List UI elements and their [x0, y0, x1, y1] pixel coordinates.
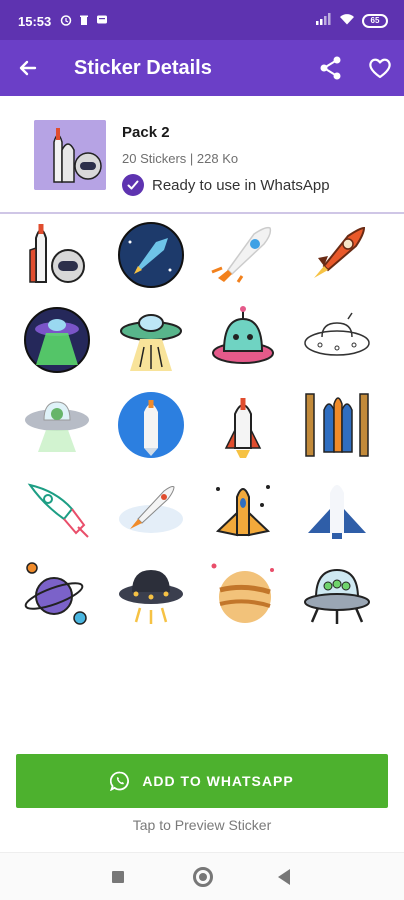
space-shuttle-sticker[interactable] [302, 475, 372, 545]
battery-icon: 65 [362, 14, 388, 28]
planet-ring-sticker[interactable] [22, 560, 92, 630]
whatsapp-icon [110, 771, 130, 792]
wifi-icon [339, 12, 355, 30]
alarm-icon [60, 13, 72, 26]
orange-spaceship-sticker[interactable] [208, 475, 278, 545]
flying-saucer-sticker[interactable] [116, 560, 186, 630]
page-title: Sticker Details [74, 57, 212, 79]
ufo-outline-sticker[interactable] [302, 305, 372, 375]
space-shuttle-astronaut-sticker[interactable] [22, 220, 92, 290]
status-bar: 15:53 65 [0, 0, 404, 40]
app-bar: Sticker Details [0, 40, 404, 96]
pack-header: Pack 2 20 Stickers | 228 Ko Ready to use… [0, 96, 404, 214]
launch-tower-sticker[interactable] [302, 390, 372, 460]
trash-icon [78, 13, 90, 25]
rocket-circle-sticker[interactable] [116, 220, 186, 290]
share-button[interactable] [318, 54, 344, 82]
message-icon [96, 13, 108, 25]
shuttle-launch-sticker[interactable] [208, 390, 278, 460]
status-notification-icons [60, 13, 108, 26]
rocket-clouds-sticker[interactable] [116, 475, 186, 545]
ufo-beam-sticker[interactable] [116, 305, 186, 375]
arrow-left-icon [19, 60, 37, 76]
pack-name: Pack 2 [122, 124, 170, 141]
signal-icon [316, 12, 332, 30]
orange-rocket-sticker[interactable] [302, 220, 372, 290]
add-button-label: ADD TO WHATSAPP [142, 773, 294, 789]
heart-outline-icon [369, 58, 391, 79]
back-triangle-icon[interactable] [278, 869, 290, 885]
alien-saucer-sticker[interactable] [22, 390, 92, 460]
status-system-icons: 65 [316, 12, 388, 30]
add-to-whatsapp-button[interactable]: ADD TO WHATSAPP [16, 754, 388, 808]
ufo-lander-sticker[interactable] [302, 560, 372, 630]
recent-apps-icon[interactable] [112, 871, 124, 883]
back-button[interactable] [14, 54, 42, 82]
pack-tray-icon [34, 120, 106, 190]
ready-status: Ready to use in WhatsApp [122, 174, 330, 196]
pack-meta: 20 Stickers | 228 Ko [122, 151, 239, 166]
rocket-outline-sticker[interactable] [22, 475, 92, 545]
status-time: 15:53 [18, 14, 52, 29]
striped-planet-sticker[interactable] [208, 560, 278, 630]
preview-hint: Tap to Preview Sticker [132, 817, 272, 833]
alien-ufo-sticker[interactable] [208, 305, 278, 375]
favorite-button[interactable] [366, 54, 394, 82]
ready-text: Ready to use in WhatsApp [152, 176, 330, 194]
shuttle-blue-circle-sticker[interactable] [116, 390, 186, 460]
check-circle-icon [122, 174, 144, 196]
navigation-bar [0, 852, 404, 900]
white-rocket-sticker[interactable] [208, 220, 278, 290]
home-icon[interactable] [193, 867, 213, 887]
ufo-beam-circle-sticker[interactable] [22, 305, 92, 375]
share-icon [320, 56, 341, 80]
